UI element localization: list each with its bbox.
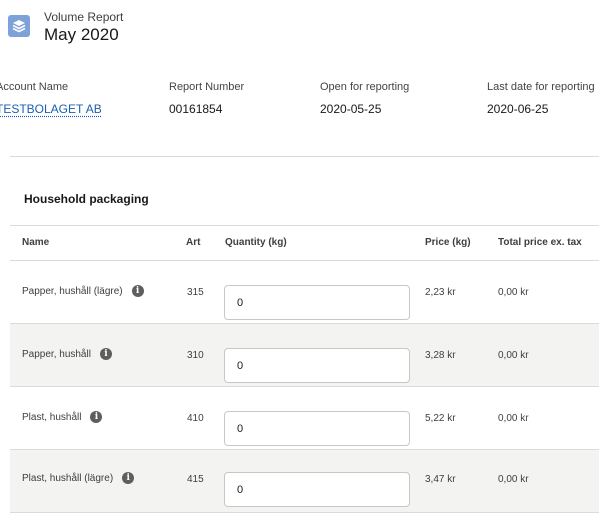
field-report-number: Report Number 00161854 xyxy=(169,81,244,116)
row-price: 3,28 kr xyxy=(425,350,456,361)
info-icon[interactable]: i xyxy=(131,285,144,297)
table-row: Plast, hushåll i 410 5,22 kr 0,00 kr xyxy=(10,387,599,450)
row-art: 310 xyxy=(187,350,204,361)
col-header-total[interactable]: Total price ex. tax xyxy=(498,237,582,248)
row-name: Papper, hushåll xyxy=(22,348,91,360)
col-header-art[interactable]: Art xyxy=(186,237,200,248)
quantity-input[interactable] xyxy=(224,411,410,446)
account-name-link[interactable]: TESTBOLAGET AB xyxy=(0,102,102,116)
row-art: 415 xyxy=(187,474,204,485)
row-price: 2,23 kr xyxy=(425,287,456,298)
field-value: 2020-05-25 xyxy=(320,102,382,116)
divider xyxy=(10,156,599,157)
field-last-date: Last date for reporting 2020-06-25 xyxy=(487,81,595,116)
field-account-name: Account Name TESTBOLAGET AB xyxy=(0,81,102,116)
page-title: May 2020 xyxy=(44,25,119,44)
row-price: 5,22 kr xyxy=(425,413,456,424)
report-fields: Account Name TESTBOLAGET AB Report Numbe… xyxy=(0,81,599,121)
field-value: 00161854 xyxy=(169,102,223,116)
row-name-cell: Plast, hushåll i xyxy=(22,411,103,423)
row-art: 315 xyxy=(187,287,204,298)
field-open-for-reporting: Open for reporting 2020-05-25 xyxy=(320,81,409,116)
info-icon[interactable]: i xyxy=(99,348,112,360)
table-header: Name Art Quantity (kg) Price (kg) Total … xyxy=(10,225,599,261)
field-value: 2020-06-25 xyxy=(487,102,549,116)
row-price: 3,47 kr xyxy=(425,474,456,485)
row-name-cell: Plast, hushåll (lägre) i xyxy=(22,472,135,484)
field-label: Open for reporting xyxy=(320,81,410,93)
table-row: Plast, hushåll (lägre) i 415 3,47 kr 0,0… xyxy=(10,450,599,513)
col-header-name[interactable]: Name xyxy=(22,237,49,248)
stacked-layers-icon xyxy=(8,15,30,37)
info-icon[interactable]: i xyxy=(122,472,135,484)
row-total: 0,00 kr xyxy=(498,350,529,361)
field-label: Last date for reporting xyxy=(487,81,595,93)
col-header-quantity[interactable]: Quantity (kg) xyxy=(225,237,287,248)
col-header-price[interactable]: Price (kg) xyxy=(425,237,471,248)
row-art: 410 xyxy=(187,413,204,424)
row-name: Plast, hushåll (lägre) xyxy=(22,472,114,484)
report-header: Volume Report May 2020 xyxy=(8,10,123,50)
section-title: Household packaging xyxy=(24,192,149,206)
quantity-input[interactable] xyxy=(224,285,410,320)
table-row: Papper, hushåll i 310 3,28 kr 0,00 kr xyxy=(10,324,599,387)
row-total: 0,00 kr xyxy=(498,287,529,298)
info-icon[interactable]: i xyxy=(90,411,103,423)
quantity-input[interactable] xyxy=(224,472,410,507)
row-total: 0,00 kr xyxy=(498,413,529,424)
row-name-cell: Papper, hushåll i xyxy=(22,348,112,360)
table-row: Papper, hushåll (lägre) i 315 2,23 kr 0,… xyxy=(10,261,599,324)
row-name-cell: Papper, hushåll (lägre) i xyxy=(22,285,144,297)
row-total: 0,00 kr xyxy=(498,474,529,485)
page-subtitle: Volume Report xyxy=(44,10,124,24)
packaging-table: Name Art Quantity (kg) Price (kg) Total … xyxy=(10,225,599,513)
field-label: Account Name xyxy=(0,81,69,93)
field-label: Report Number xyxy=(169,81,245,93)
quantity-input[interactable] xyxy=(224,348,410,383)
row-name: Plast, hushåll xyxy=(22,411,82,423)
row-name: Papper, hushåll (lägre) xyxy=(22,285,123,297)
